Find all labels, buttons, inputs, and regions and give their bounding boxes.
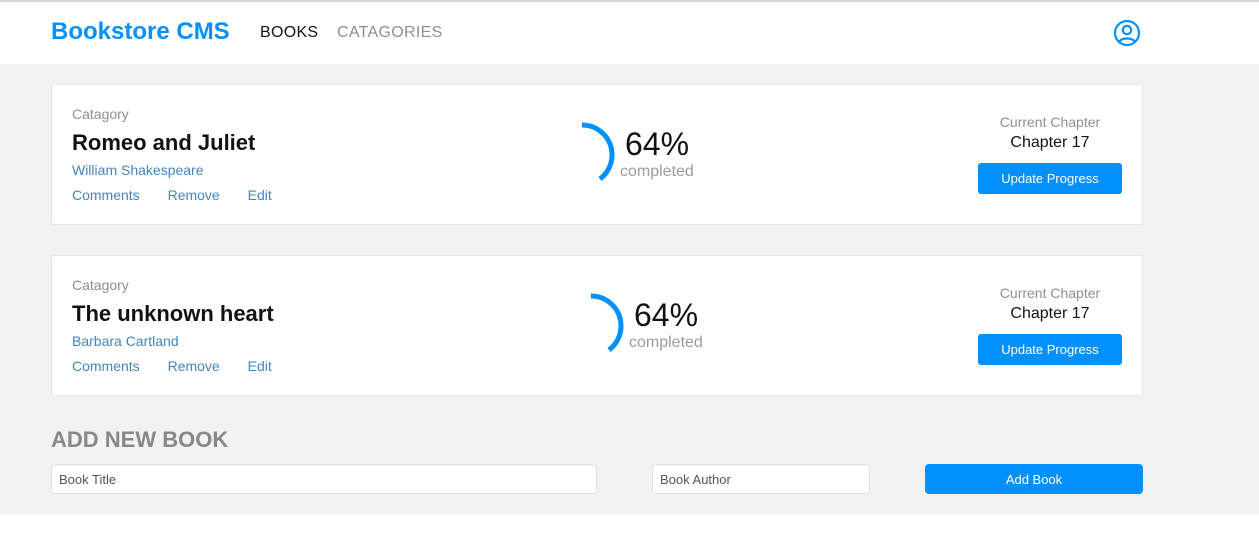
book-author[interactable]: William Shakespeare — [72, 162, 204, 178]
main-content: Catagory Romeo and Juliet William Shakes… — [0, 64, 1259, 514]
comments-button[interactable]: Comments — [72, 187, 140, 203]
remove-button[interactable]: Remove — [168, 358, 220, 374]
progress-percent: 64% — [634, 297, 699, 333]
current-chapter-label: Current Chapter — [999, 285, 1101, 301]
book-author-input[interactable] — [652, 464, 870, 494]
current-chapter-value: Chapter 17 — [1010, 134, 1090, 151]
comments-button[interactable]: Comments — [72, 358, 140, 374]
current-chapter-label: Current Chapter — [999, 114, 1101, 130]
book-card: Catagory The unknown heart Barbara Cartl… — [51, 255, 1143, 396]
nav-books[interactable]: BOOKS — [260, 24, 318, 42]
book-category: Catagory — [72, 106, 129, 122]
book-card: Catagory Romeo and Juliet William Shakes… — [51, 84, 1143, 225]
user-circle-icon[interactable] — [1113, 19, 1141, 47]
progress-section: 64% completed — [547, 120, 707, 190]
update-progress-button[interactable]: Update Progress — [978, 163, 1122, 194]
book-actions: Comments Remove Edit — [72, 187, 296, 203]
book-category: Catagory — [72, 277, 129, 293]
nav-categories[interactable]: CATAGORIES — [337, 24, 443, 42]
book-title: The unknown heart — [72, 301, 274, 326]
add-book-button[interactable]: Add Book — [925, 464, 1143, 494]
current-chapter-value: Chapter 17 — [1010, 305, 1090, 322]
header: Bookstore CMS BOOKS CATAGORIES — [0, 2, 1259, 64]
progress-ring — [549, 122, 615, 188]
progress-completed-label: completed — [629, 334, 703, 351]
chapter-block: Current Chapter Chapter 17 — [978, 285, 1122, 323]
progress-completed-label: completed — [620, 163, 694, 180]
edit-button[interactable]: Edit — [248, 358, 272, 374]
edit-button[interactable]: Edit — [248, 187, 272, 203]
remove-button[interactable]: Remove — [168, 187, 220, 203]
progress-section: 64% completed — [556, 291, 716, 361]
update-progress-button[interactable]: Update Progress — [978, 334, 1122, 365]
brand-title[interactable]: Bookstore CMS — [51, 18, 230, 46]
progress-ring — [558, 293, 624, 359]
book-title-input[interactable] — [51, 464, 597, 494]
chapter-block: Current Chapter Chapter 17 — [978, 114, 1122, 152]
add-book-heading: ADD NEW BOOK — [51, 427, 229, 452]
book-actions: Comments Remove Edit — [72, 358, 296, 374]
book-title: Romeo and Juliet — [72, 130, 256, 155]
progress-percent: 64% — [625, 126, 690, 162]
book-author[interactable]: Barbara Cartland — [72, 333, 179, 349]
